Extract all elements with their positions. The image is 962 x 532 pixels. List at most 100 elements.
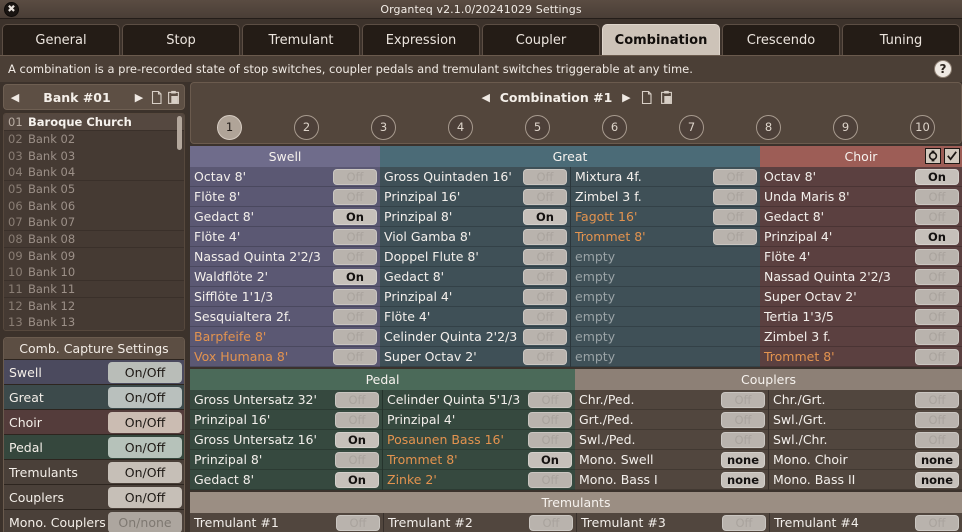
stop-toggle-button[interactable]: Off — [523, 328, 567, 345]
combination-button-4[interactable]: 4 — [448, 114, 473, 140]
stop-toggle-button[interactable]: Off — [523, 268, 567, 285]
stop-toggle-button[interactable]: Off — [915, 391, 959, 408]
combination-button-9[interactable]: 9 — [833, 114, 858, 140]
combination-button-10[interactable]: 10 — [910, 114, 935, 140]
bank-list-item[interactable]: 13 Bank 13 — [4, 314, 184, 330]
stop-toggle-button[interactable]: Off — [713, 208, 757, 225]
stop-toggle-button[interactable]: Off — [915, 431, 959, 448]
stop-toggle-button[interactable]: Off — [333, 288, 377, 305]
tab-coupler[interactable]: Coupler — [482, 24, 600, 55]
stop-toggle-button[interactable]: Off — [523, 168, 567, 185]
stop-toggle-button[interactable]: Off — [713, 188, 757, 205]
stop-toggle-button[interactable]: Off — [333, 228, 377, 245]
stop-toggle-button[interactable]: Off — [713, 168, 757, 185]
tab-general[interactable]: General — [2, 24, 120, 55]
bank-next-button[interactable]: ▶ — [132, 91, 146, 104]
stop-toggle-button[interactable]: none — [915, 471, 959, 488]
bank-list-item[interactable]: 07 Bank 07 — [4, 214, 184, 231]
combination-button-6[interactable]: 6 — [602, 114, 627, 140]
bank-list-item[interactable]: 12 Bank 12 — [4, 297, 184, 314]
combination-button-1[interactable]: 1 — [217, 114, 242, 140]
capture-setting-toggle[interactable]: On/none — [108, 511, 182, 532]
stop-toggle-button[interactable]: Off — [915, 268, 959, 285]
bank-list-item[interactable]: 10 Bank 10 — [4, 264, 184, 281]
checkbox-checked-icon[interactable] — [944, 148, 960, 164]
paste-icon[interactable] — [660, 90, 673, 105]
capture-setting-toggle[interactable]: On/Off — [108, 361, 182, 383]
combination-button-2[interactable]: 2 — [294, 114, 319, 140]
copy-icon[interactable] — [150, 90, 163, 105]
stop-toggle-button[interactable]: Off — [915, 328, 959, 345]
stop-toggle-button[interactable]: none — [721, 471, 765, 488]
combination-prev-button[interactable]: ◀ — [479, 91, 493, 104]
stop-toggle-button[interactable]: Off — [713, 228, 757, 245]
stop-toggle-button[interactable]: On — [528, 451, 572, 468]
tremulant-toggle-button[interactable]: Off — [336, 514, 380, 531]
stop-toggle-button[interactable]: Off — [333, 248, 377, 265]
tab-expression[interactable]: Expression — [362, 24, 480, 55]
combination-button-8[interactable]: 8 — [756, 114, 781, 140]
capture-setting-toggle[interactable]: On/Off — [108, 411, 182, 433]
combination-button-3[interactable]: 3 — [371, 114, 396, 140]
stop-toggle-button[interactable]: Off — [528, 411, 572, 428]
stop-toggle-button[interactable]: Off — [915, 308, 959, 325]
tab-crescendo[interactable]: Crescendo — [722, 24, 840, 55]
stop-toggle-button[interactable]: On — [335, 471, 379, 488]
combination-button-7[interactable]: 7 — [679, 114, 704, 140]
combination-button-5[interactable]: 5 — [525, 114, 550, 140]
stop-toggle-button[interactable]: Off — [523, 248, 567, 265]
stop-toggle-button[interactable]: Off — [333, 308, 377, 325]
help-icon[interactable]: ? — [934, 60, 952, 78]
stop-toggle-button[interactable]: Off — [523, 288, 567, 305]
capture-setting-toggle[interactable]: On/Off — [108, 386, 182, 408]
copy-icon[interactable] — [640, 90, 653, 105]
bank-list-item[interactable]: 05 Bank 05 — [4, 180, 184, 198]
tremulant-toggle-button[interactable]: Off — [529, 514, 573, 531]
stop-toggle-button[interactable]: On — [333, 208, 377, 225]
stop-toggle-button[interactable]: Off — [523, 308, 567, 325]
paste-icon[interactable] — [167, 90, 180, 105]
close-icon[interactable]: ✖ — [4, 2, 19, 17]
stop-toggle-button[interactable]: Off — [335, 391, 379, 408]
stop-toggle-button[interactable]: none — [721, 451, 765, 468]
bank-list[interactable]: 01 Baroque Church 02 Bank 02 03 Bank 03 04 Bank… — [3, 113, 185, 331]
tab-tuning[interactable]: Tuning — [842, 24, 960, 55]
combination-next-button[interactable]: ▶ — [619, 91, 633, 104]
stop-toggle-button[interactable]: On — [915, 168, 959, 185]
stop-toggle-button[interactable]: On — [523, 208, 567, 225]
stop-toggle-button[interactable]: Off — [915, 411, 959, 428]
stop-toggle-button[interactable]: Off — [333, 188, 377, 205]
stop-toggle-button[interactable]: Off — [721, 431, 765, 448]
stop-toggle-button[interactable]: Off — [528, 431, 572, 448]
bank-list-item[interactable]: 09 Bank 09 — [4, 247, 184, 264]
stop-toggle-button[interactable]: none — [915, 451, 959, 468]
bank-list-item[interactable]: 08 Bank 08 — [4, 230, 184, 248]
stop-toggle-button[interactable]: Off — [915, 348, 959, 365]
stop-toggle-button[interactable]: Off — [915, 248, 959, 265]
record-icon[interactable] — [925, 148, 941, 164]
stop-toggle-button[interactable]: Off — [523, 228, 567, 245]
stop-toggle-button[interactable]: On — [915, 228, 959, 245]
stop-toggle-button[interactable]: Off — [333, 348, 377, 365]
tab-tremulant[interactable]: Tremulant — [242, 24, 360, 55]
bank-list-scrollbar[interactable] — [177, 116, 182, 150]
stop-toggle-button[interactable]: On — [333, 268, 377, 285]
stop-toggle-button[interactable]: Off — [528, 391, 572, 408]
tremulant-toggle-button[interactable]: Off — [915, 514, 959, 531]
stop-toggle-button[interactable]: Off — [523, 188, 567, 205]
capture-setting-toggle[interactable]: On/Off — [108, 436, 182, 458]
stop-toggle-button[interactable]: Off — [333, 168, 377, 185]
bank-list-item[interactable]: 11 Bank 11 — [4, 280, 184, 298]
stop-toggle-button[interactable]: Off — [523, 348, 567, 365]
tab-stop[interactable]: Stop — [122, 24, 240, 55]
stop-toggle-button[interactable]: Off — [721, 391, 765, 408]
stop-toggle-button[interactable]: Off — [721, 411, 765, 428]
stop-toggle-button[interactable]: Off — [335, 411, 379, 428]
stop-toggle-button[interactable]: On — [335, 431, 379, 448]
capture-setting-toggle[interactable]: On/Off — [108, 461, 182, 483]
stop-toggle-button[interactable]: Off — [335, 451, 379, 468]
bank-list-item[interactable]: 06 Bank 06 — [4, 197, 184, 214]
tremulant-toggle-button[interactable]: Off — [722, 514, 766, 531]
bank-list-item[interactable]: 01 Baroque Church — [4, 114, 184, 131]
stop-toggle-button[interactable]: Off — [333, 328, 377, 345]
